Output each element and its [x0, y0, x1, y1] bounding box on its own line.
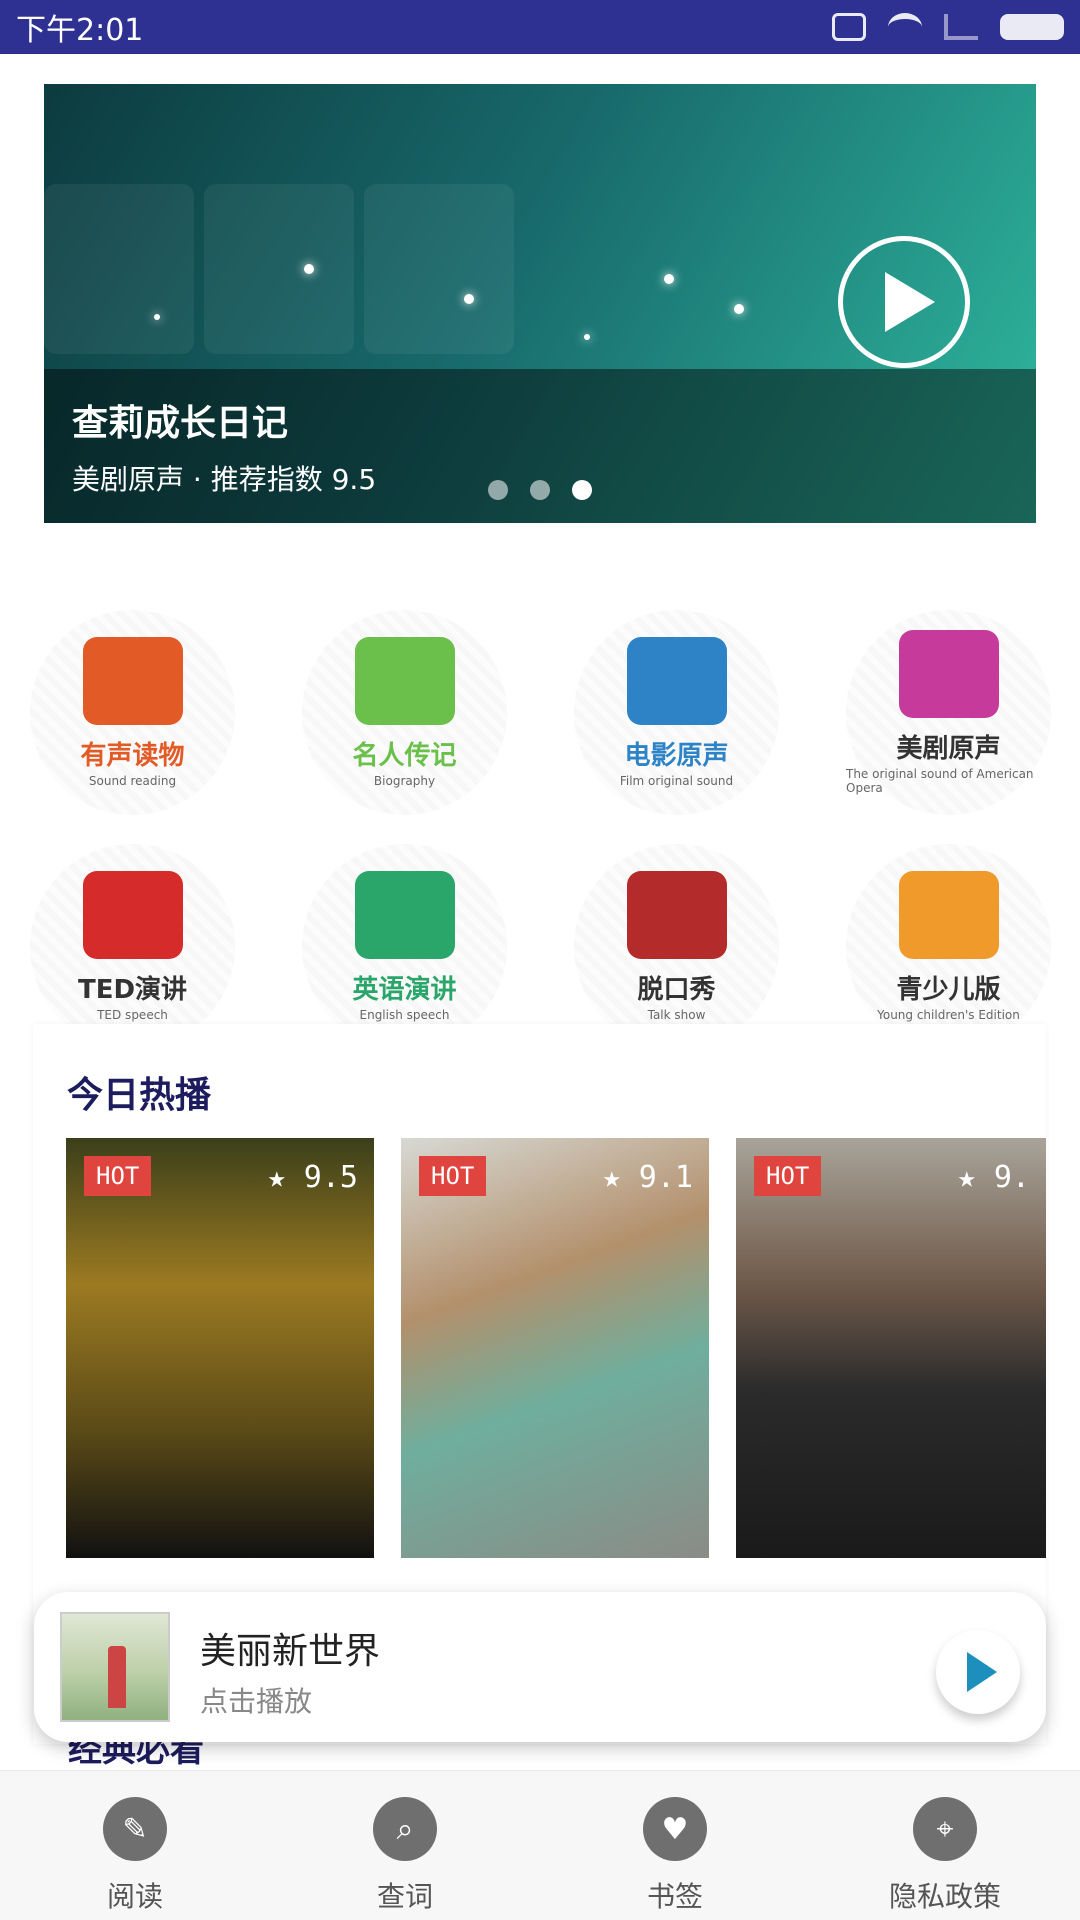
- rating: ★ 9.5: [267, 1160, 358, 1195]
- category-english-speech[interactable]: 英语演讲 English speech: [302, 844, 507, 1049]
- nav-label: 隐私政策: [888, 1880, 1001, 1913]
- status-icons: [832, 13, 1064, 41]
- category-label: 青少儿版: [896, 975, 1001, 1005]
- hot-card-list: HOT ★ 9.5 HOT ★ 9.1 HOT ★ 9.: [66, 1138, 1046, 1588]
- poster-image: [66, 1138, 374, 1558]
- skull-headset-icon: [626, 871, 727, 959]
- banner-play-button[interactable]: [838, 236, 970, 368]
- nav-item-lookup[interactable]: ⌕ 查词: [270, 1771, 540, 1920]
- heart-icon: ♥: [643, 1797, 707, 1861]
- player-play-button[interactable]: [936, 1630, 1020, 1714]
- speech-note-icon: [354, 871, 455, 959]
- poster-image: [736, 1138, 1046, 1558]
- player-title: 美丽新世界: [200, 1631, 381, 1672]
- nav-label: 书签: [646, 1880, 703, 1913]
- category-sublabel: Biography: [373, 774, 436, 788]
- nav-label: 查词: [376, 1880, 433, 1913]
- category-sublabel: Film original sound: [619, 774, 734, 788]
- category-label: 有声读物: [80, 741, 185, 771]
- mute-icon: [832, 13, 866, 41]
- status-bar: 下午2:01: [0, 0, 1080, 54]
- nav-item-bookmarks[interactable]: ♥ 书签: [540, 1771, 810, 1920]
- film-icon: [626, 637, 727, 725]
- carousel-dot[interactable]: [488, 480, 508, 500]
- banner-meta: 美剧原声 · 推荐指数 9.5: [72, 463, 377, 496]
- signal-icon: [944, 14, 978, 40]
- category-sublabel: Talk show: [647, 1008, 706, 1022]
- category-sublabel: The original sound of American Opera: [846, 767, 1034, 795]
- music-note-icon: [82, 871, 183, 959]
- headphones-book-icon: [82, 637, 183, 725]
- category-label: 美剧原声: [896, 734, 1001, 764]
- lighthouse-image: [108, 1646, 126, 1708]
- category-label: TED演讲: [77, 975, 188, 1005]
- play-icon: [885, 272, 935, 332]
- hot-card[interactable]: HOT ★ 9.5: [66, 1138, 374, 1558]
- hot-badge: HOT: [84, 1156, 152, 1196]
- poster-image: [401, 1138, 709, 1558]
- rating: ★ 9.: [957, 1160, 1030, 1195]
- hot-card[interactable]: HOT ★ 9.: [736, 1138, 1046, 1558]
- mini-player[interactable]: 美丽新世界 点击播放: [34, 1592, 1046, 1742]
- category-sound-reading[interactable]: 有声读物 Sound reading: [30, 610, 235, 815]
- category-young-children[interactable]: 青少儿版 Young children's Edition: [846, 844, 1051, 1049]
- category-sublabel: TED speech: [97, 1008, 168, 1022]
- carousel-dot[interactable]: [530, 480, 550, 500]
- hot-badge: HOT: [419, 1156, 487, 1196]
- play-icon: [967, 1652, 997, 1692]
- tv-icon: [898, 630, 999, 718]
- category-label: 脱口秀: [637, 975, 716, 1005]
- carousel-dot-active[interactable]: [572, 480, 592, 500]
- category-grid: 有声读物 Sound reading 名人传记 Biography 电影原声 F…: [0, 554, 1080, 1049]
- category-sublabel: English speech: [359, 1008, 450, 1022]
- banner[interactable]: 查莉成长日记 美剧原声 · 推荐指数 9.5: [44, 84, 1036, 523]
- compass-icon: ⌖: [913, 1797, 977, 1861]
- hot-badge: HOT: [754, 1156, 822, 1196]
- rating: ★ 9.1: [602, 1160, 693, 1195]
- category-talk-show[interactable]: 脱口秀 Talk show: [574, 844, 779, 1049]
- category-sublabel: Young children's Edition: [877, 1008, 1020, 1022]
- category-american-drama[interactable]: 美剧原声 The original sound of American Oper…: [846, 610, 1051, 815]
- book-stack-icon: [898, 871, 999, 959]
- category-biography[interactable]: 名人传记 Biography: [302, 610, 507, 815]
- nav-item-read[interactable]: ✎ 阅读: [0, 1771, 270, 1920]
- category-label: 电影原声: [624, 741, 729, 771]
- category-label: 名人传记: [352, 741, 457, 771]
- battery-icon: [1000, 14, 1064, 40]
- bottom-navigation: ✎ 阅读 ⌕ 查词 ♥ 书签 ⌖ 隐私政策: [0, 1770, 1080, 1920]
- tree-person-icon: [354, 637, 455, 725]
- album-cover: [60, 1612, 170, 1722]
- book-icon: ✎: [103, 1797, 167, 1861]
- film-strip-decoration: [44, 184, 564, 384]
- wifi-icon: [888, 13, 922, 41]
- main-content: 查莉成长日记 美剧原声 · 推荐指数 9.5 有声读物 Sound readin…: [0, 54, 1080, 1770]
- status-time: 下午2:01: [16, 13, 144, 48]
- carousel-indicator: [488, 480, 592, 500]
- search-icon: ⌕: [373, 1797, 437, 1861]
- category-ted[interactable]: TED演讲 TED speech: [30, 844, 235, 1049]
- player-subtitle: 点击播放: [200, 1685, 313, 1718]
- banner-title: 查莉成长日记: [72, 403, 289, 444]
- category-film-sound[interactable]: 电影原声 Film original sound: [574, 610, 779, 815]
- hot-card[interactable]: HOT ★ 9.1: [401, 1138, 709, 1558]
- nav-label: 阅读: [106, 1880, 163, 1913]
- nav-item-privacy[interactable]: ⌖ 隐私政策: [810, 1771, 1080, 1920]
- category-label: 英语演讲: [352, 975, 457, 1005]
- section-heading: 今日热播: [67, 1075, 212, 1116]
- category-sublabel: Sound reading: [88, 774, 177, 788]
